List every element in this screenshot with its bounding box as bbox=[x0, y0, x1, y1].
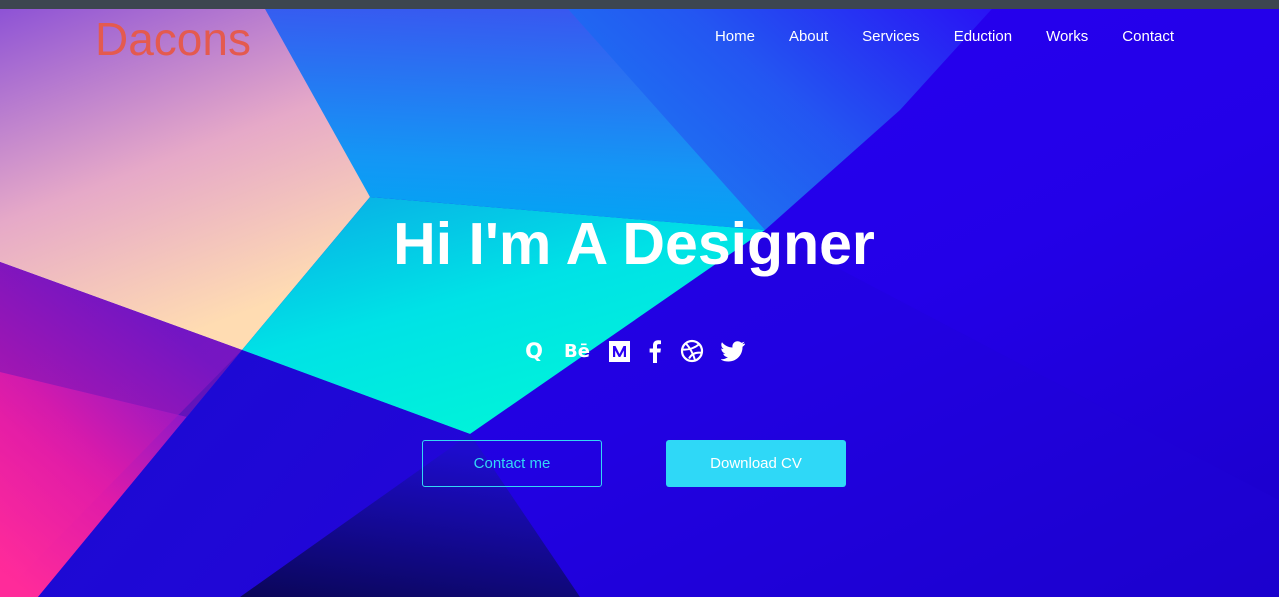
nav-item-education[interactable]: Eduction bbox=[954, 27, 1012, 47]
hero-title: Hi I'm A Designer bbox=[393, 211, 875, 277]
hero-background bbox=[0, 0, 1279, 597]
medium-icon[interactable] bbox=[606, 338, 632, 364]
dribbble-icon[interactable] bbox=[678, 338, 706, 364]
browser-top-strip bbox=[0, 0, 1279, 9]
contact-me-button[interactable]: Contact me bbox=[422, 440, 602, 487]
quora-icon[interactable]: Q bbox=[520, 338, 548, 364]
facebook-icon[interactable] bbox=[645, 338, 665, 364]
download-cv-button[interactable]: Download CV bbox=[666, 440, 846, 487]
nav-item-home[interactable]: Home bbox=[715, 27, 755, 47]
nav-item-services[interactable]: Services bbox=[862, 27, 920, 47]
nav-item-contact[interactable]: Contact bbox=[1122, 27, 1174, 47]
social-links: Q Bē bbox=[520, 338, 747, 364]
behance-icon[interactable]: Bē bbox=[561, 338, 593, 364]
nav-item-works[interactable]: Works bbox=[1046, 27, 1088, 47]
site-logo[interactable]: Dacons bbox=[95, 14, 251, 64]
main-nav: Home About Services Eduction Works Conta… bbox=[715, 27, 1174, 47]
hero-page: Dacons Home About Services Eduction Work… bbox=[0, 0, 1279, 597]
twitter-icon[interactable] bbox=[719, 338, 747, 364]
nav-item-about[interactable]: About bbox=[789, 27, 828, 47]
